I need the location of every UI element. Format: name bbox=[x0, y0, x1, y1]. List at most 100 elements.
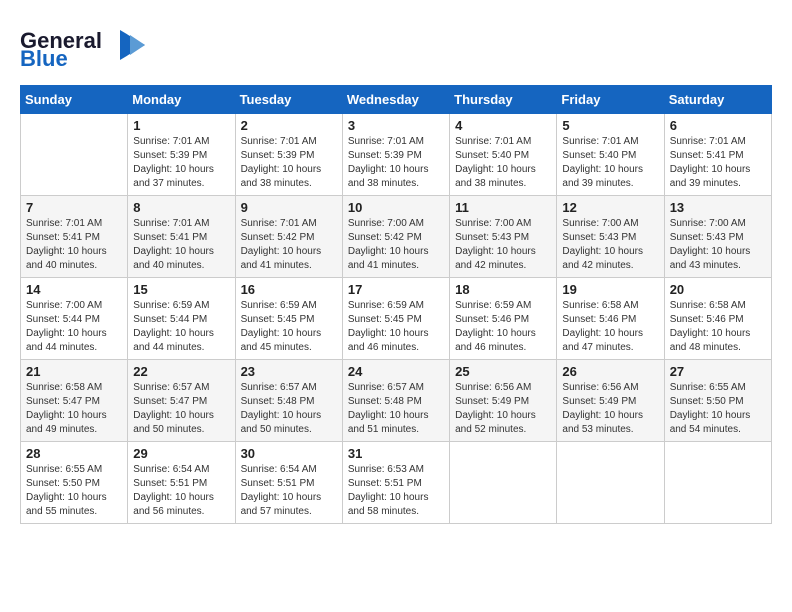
day-info: Sunrise: 6:56 AM Sunset: 5:49 PM Dayligh… bbox=[455, 381, 551, 437]
calendar-cell: 21 Sunrise: 6:58 AM Sunset: 5:47 PM Dayli… bbox=[21, 360, 128, 442]
calendar-cell: 15Sunrise: 6:59 AM Sunset: 5:44 PM Dayli… bbox=[128, 278, 235, 360]
day-info: Sunrise: 7:01 AM Sunset: 5:41 PM Dayligh… bbox=[26, 217, 122, 273]
calendar-cell: 13Sunrise: 7:00 AM Sunset: 5:43 PM Dayli… bbox=[664, 196, 771, 278]
day-number: 4 bbox=[455, 118, 551, 133]
calendar-cell: 16 Sunrise: 6:59 AM Sunset: 5:45 PM Dayli… bbox=[235, 278, 342, 360]
day-info: Sunrise: 7:00 AM Sunset: 5:43 PM Dayligh… bbox=[455, 217, 551, 273]
calendar-cell: 9Sunrise: 7:01 AM Sunset: 5:42 PM Daylig… bbox=[235, 196, 342, 278]
day-info: Sunrise: 7:00 AM Sunset: 5:44 PM Dayligh… bbox=[26, 299, 122, 355]
calendar-cell: 17 Sunrise: 6:59 AM Sunset: 5:45 PM Dayli… bbox=[342, 278, 449, 360]
day-info: Sunrise: 7:01 AM Sunset: 5:39 PM Dayligh… bbox=[133, 135, 229, 191]
day-info: Sunrise: 7:01 AM Sunset: 5:41 PM Dayligh… bbox=[670, 135, 766, 191]
day-number: 9 bbox=[241, 200, 337, 215]
day-info: Sunrise: 7:01 AM Sunset: 5:39 PM Dayligh… bbox=[241, 135, 337, 191]
day-info: Sunrise: 6:58 AM Sunset: 5:46 PM Dayligh… bbox=[562, 299, 658, 355]
day-number: 3 bbox=[348, 118, 444, 133]
calendar-cell: 12 Sunrise: 7:00 AM Sunset: 5:43 PM Dayli… bbox=[557, 196, 664, 278]
day-number: 29 bbox=[133, 446, 229, 461]
calendar-table: SundayMondayTuesdayWednesdayThursdayFrid… bbox=[20, 85, 772, 524]
day-info: Sunrise: 6:53 AM Sunset: 5:51 PM Dayligh… bbox=[348, 463, 444, 519]
day-info: Sunrise: 6:54 AM Sunset: 5:51 PM Dayligh… bbox=[241, 463, 337, 519]
calendar-cell: 10Sunrise: 7:00 AM Sunset: 5:42 PM Dayli… bbox=[342, 196, 449, 278]
calendar-cell: 14 Sunrise: 7:00 AM Sunset: 5:44 PM Dayli… bbox=[21, 278, 128, 360]
day-info: Sunrise: 7:01 AM Sunset: 5:40 PM Dayligh… bbox=[562, 135, 658, 191]
calendar-cell: 23 Sunrise: 6:57 AM Sunset: 5:48 PM Dayli… bbox=[235, 360, 342, 442]
calendar-cell: 3 Sunrise: 7:01 AM Sunset: 5:39 PM Daylig… bbox=[342, 114, 449, 196]
day-info: Sunrise: 7:01 AM Sunset: 5:40 PM Dayligh… bbox=[455, 135, 551, 191]
day-number: 11 bbox=[455, 200, 551, 215]
day-of-week-header: Thursday bbox=[450, 86, 557, 114]
day-of-week-header: Saturday bbox=[664, 86, 771, 114]
day-of-week-header: Sunday bbox=[21, 86, 128, 114]
day-info: Sunrise: 6:58 AM Sunset: 5:46 PM Dayligh… bbox=[670, 299, 766, 355]
calendar-cell: 20Sunrise: 6:58 AM Sunset: 5:46 PM Dayli… bbox=[664, 278, 771, 360]
day-number: 26 bbox=[562, 364, 658, 379]
calendar-cell: 7 Sunrise: 7:01 AM Sunset: 5:41 PM Daylig… bbox=[21, 196, 128, 278]
day-number: 19 bbox=[562, 282, 658, 297]
day-number: 24 bbox=[348, 364, 444, 379]
logo: General Blue bbox=[20, 20, 150, 75]
calendar-cell bbox=[557, 442, 664, 524]
calendar-cell: 2 Sunrise: 7:01 AM Sunset: 5:39 PM Daylig… bbox=[235, 114, 342, 196]
calendar-cell bbox=[664, 442, 771, 524]
day-of-week-header: Wednesday bbox=[342, 86, 449, 114]
day-info: Sunrise: 6:57 AM Sunset: 5:47 PM Dayligh… bbox=[133, 381, 229, 437]
day-info: Sunrise: 6:57 AM Sunset: 5:48 PM Dayligh… bbox=[241, 381, 337, 437]
calendar-cell: 6 Sunrise: 7:01 AM Sunset: 5:41 PM Daylig… bbox=[664, 114, 771, 196]
day-number: 5 bbox=[562, 118, 658, 133]
day-number: 25 bbox=[455, 364, 551, 379]
day-info: Sunrise: 6:57 AM Sunset: 5:48 PM Dayligh… bbox=[348, 381, 444, 437]
day-info: Sunrise: 6:55 AM Sunset: 5:50 PM Dayligh… bbox=[26, 463, 122, 519]
day-number: 28 bbox=[26, 446, 122, 461]
day-number: 12 bbox=[562, 200, 658, 215]
day-info: Sunrise: 6:58 AM Sunset: 5:47 PM Dayligh… bbox=[26, 381, 122, 437]
calendar-cell: 25 Sunrise: 6:56 AM Sunset: 5:49 PM Dayli… bbox=[450, 360, 557, 442]
day-info: Sunrise: 7:01 AM Sunset: 5:41 PM Dayligh… bbox=[133, 217, 229, 273]
day-number: 30 bbox=[241, 446, 337, 461]
day-info: Sunrise: 6:59 AM Sunset: 5:45 PM Dayligh… bbox=[348, 299, 444, 355]
calendar-week-row: 14 Sunrise: 7:00 AM Sunset: 5:44 PM Dayli… bbox=[21, 278, 772, 360]
day-number: 23 bbox=[241, 364, 337, 379]
calendar-cell: 5 Sunrise: 7:01 AM Sunset: 5:40 PM Daylig… bbox=[557, 114, 664, 196]
day-of-week-header: Monday bbox=[128, 86, 235, 114]
day-info: Sunrise: 6:54 AM Sunset: 5:51 PM Dayligh… bbox=[133, 463, 229, 519]
day-info: Sunrise: 7:00 AM Sunset: 5:43 PM Dayligh… bbox=[562, 217, 658, 273]
calendar-week-row: 7 Sunrise: 7:01 AM Sunset: 5:41 PM Daylig… bbox=[21, 196, 772, 278]
day-number: 16 bbox=[241, 282, 337, 297]
calendar-cell: 30 Sunrise: 6:54 AM Sunset: 5:51 PM Dayli… bbox=[235, 442, 342, 524]
logo-text: General Blue bbox=[20, 20, 150, 75]
day-number: 7 bbox=[26, 200, 122, 215]
day-number: 2 bbox=[241, 118, 337, 133]
calendar-week-row: 21 Sunrise: 6:58 AM Sunset: 5:47 PM Dayli… bbox=[21, 360, 772, 442]
day-of-week-header: Friday bbox=[557, 86, 664, 114]
day-info: Sunrise: 6:59 AM Sunset: 5:45 PM Dayligh… bbox=[241, 299, 337, 355]
day-of-week-header: Tuesday bbox=[235, 86, 342, 114]
day-number: 14 bbox=[26, 282, 122, 297]
calendar-week-row: 1Sunrise: 7:01 AM Sunset: 5:39 PM Daylig… bbox=[21, 114, 772, 196]
calendar-cell: 31Sunrise: 6:53 AM Sunset: 5:51 PM Dayli… bbox=[342, 442, 449, 524]
calendar-cell: 28 Sunrise: 6:55 AM Sunset: 5:50 PM Dayli… bbox=[21, 442, 128, 524]
calendar-cell: 4 Sunrise: 7:01 AM Sunset: 5:40 PM Daylig… bbox=[450, 114, 557, 196]
calendar-cell bbox=[450, 442, 557, 524]
calendar-cell: 18Sunrise: 6:59 AM Sunset: 5:46 PM Dayli… bbox=[450, 278, 557, 360]
calendar-cell: 8 Sunrise: 7:01 AM Sunset: 5:41 PM Daylig… bbox=[128, 196, 235, 278]
calendar-cell: 26 Sunrise: 6:56 AM Sunset: 5:49 PM Dayli… bbox=[557, 360, 664, 442]
day-info: Sunrise: 6:56 AM Sunset: 5:49 PM Dayligh… bbox=[562, 381, 658, 437]
day-number: 21 bbox=[26, 364, 122, 379]
day-info: Sunrise: 6:59 AM Sunset: 5:44 PM Dayligh… bbox=[133, 299, 229, 355]
page-header: General Blue bbox=[20, 20, 772, 75]
day-number: 6 bbox=[670, 118, 766, 133]
day-info: Sunrise: 6:55 AM Sunset: 5:50 PM Dayligh… bbox=[670, 381, 766, 437]
calendar-cell bbox=[21, 114, 128, 196]
calendar-header-row: SundayMondayTuesdayWednesdayThursdayFrid… bbox=[21, 86, 772, 114]
day-number: 22 bbox=[133, 364, 229, 379]
day-number: 27 bbox=[670, 364, 766, 379]
calendar-cell: 24 Sunrise: 6:57 AM Sunset: 5:48 PM Dayli… bbox=[342, 360, 449, 442]
day-info: Sunrise: 7:00 AM Sunset: 5:42 PM Dayligh… bbox=[348, 217, 444, 273]
day-info: Sunrise: 7:00 AM Sunset: 5:43 PM Dayligh… bbox=[670, 217, 766, 273]
calendar-cell: 19 Sunrise: 6:58 AM Sunset: 5:46 PM Dayli… bbox=[557, 278, 664, 360]
day-info: Sunrise: 7:01 AM Sunset: 5:39 PM Dayligh… bbox=[348, 135, 444, 191]
day-number: 17 bbox=[348, 282, 444, 297]
calendar-cell: 29 Sunrise: 6:54 AM Sunset: 5:51 PM Dayli… bbox=[128, 442, 235, 524]
day-number: 8 bbox=[133, 200, 229, 215]
